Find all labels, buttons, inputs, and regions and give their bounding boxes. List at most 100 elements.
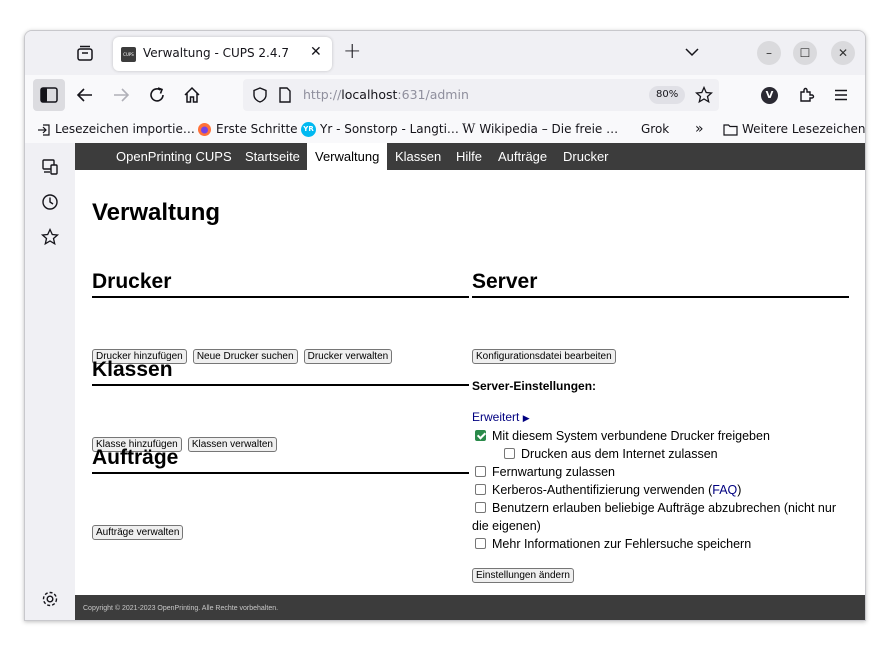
server-heading: Server <box>472 270 849 298</box>
back-arrow-icon[interactable] <box>75 85 95 105</box>
history-clock-icon[interactable] <box>40 192 60 212</box>
settings-gear-icon[interactable] <box>40 589 60 609</box>
navigation-bar: http://localhost:631/admin 80% V <box>25 75 865 115</box>
debug-logging-checkbox[interactable] <box>475 538 486 549</box>
edit-config-button[interactable]: Konfigurationsdatei bearbeiten <box>472 349 616 364</box>
server-config-row: Konfigurationsdatei bearbeiten <box>472 349 617 368</box>
advanced-link-text: Erweitert <box>472 410 520 424</box>
nav-verwaltung[interactable]: Verwaltung <box>307 143 388 170</box>
home-icon[interactable] <box>182 85 202 105</box>
zoom-level-badge[interactable]: 80% <box>649 86 686 104</box>
firefox-icon <box>198 123 211 136</box>
remote-admin-checkbox[interactable] <box>475 466 486 477</box>
profile-avatar[interactable]: V <box>761 87 778 104</box>
faq-close-paren: ) <box>737 483 742 497</box>
hamburger-menu-icon[interactable] <box>831 85 851 105</box>
maximize-icon[interactable]: ☐ <box>793 41 817 65</box>
url-scheme: http:// <box>303 87 342 102</box>
option-kerberos: Kerberos-Authentifizierung verwenden (FA… <box>475 481 741 499</box>
url-path: :631/admin <box>397 87 469 102</box>
internet-printing-checkbox[interactable] <box>504 448 515 459</box>
browser-sidebar <box>25 143 75 620</box>
bookmark-other-folder[interactable]: Weitere Lesezeichen <box>723 121 866 137</box>
nav-klassen[interactable]: Klassen <box>387 143 449 170</box>
bookmark-label: Lesezeichen importie… <box>55 122 195 136</box>
url-bar[interactable]: http://localhost:631/admin 80% <box>243 79 719 111</box>
close-icon[interactable]: ✕ <box>310 44 322 60</box>
option-label: Kerberos-Authentifizierung verwenden ( <box>492 483 713 497</box>
bookmarks-overflow-icon[interactable]: » <box>695 121 704 137</box>
folder-icon <box>723 124 738 136</box>
bookmark-yr[interactable]: YR Yr - Sonstorp - Langti… <box>301 121 459 137</box>
option-debug-logging: Mehr Informationen zur Fehlersuche speic… <box>475 535 751 553</box>
bookmark-label: Weitere Lesezeichen <box>742 122 866 136</box>
option-cancel-any-job: Benutzern erlauben beliebige Aufträge ab… <box>475 499 836 517</box>
browser-window: CUPS Verwaltung - CUPS 2.4.7 ✕ + – ☐ ✕ h… <box>24 30 866 621</box>
option-share-printers: Mit diesem System verbundene Drucker fre… <box>475 427 770 445</box>
option-label: Mit diesem System verbundene Drucker fre… <box>492 429 770 443</box>
bookmark-label: Wikipedia – Die freie … <box>479 122 619 136</box>
synced-tabs-icon[interactable] <box>40 157 60 177</box>
import-icon <box>38 123 50 136</box>
new-tab-plus-icon[interactable]: + <box>343 39 361 65</box>
manage-jobs-button[interactable]: Aufträge verwalten <box>92 525 184 540</box>
bookmark-wikipedia[interactable]: W Wikipedia – Die freie … <box>462 121 618 137</box>
bookmark-import[interactable]: Lesezeichen importie… <box>37 121 195 137</box>
tab-cups-admin[interactable]: CUPS Verwaltung - CUPS 2.4.7 ✕ <box>113 37 332 71</box>
cancel-any-job-checkbox[interactable] <box>475 502 486 513</box>
triangle-right-icon: ▶ <box>522 413 530 423</box>
nav-startseite[interactable]: Startseite <box>237 143 308 170</box>
wikipedia-icon: W <box>462 121 476 137</box>
nav-openprinting-cups[interactable]: OpenPrinting CUPS <box>108 143 240 170</box>
share-printers-checkbox[interactable] <box>475 430 486 441</box>
server-save-row: Einstellungen ändern <box>472 568 575 587</box>
tab-title: Verwaltung - CUPS 2.4.7 <box>143 46 289 60</box>
url-text[interactable]: http://localhost:631/admin <box>303 87 469 102</box>
option-cancel-any-job-wrap: die eigenen) <box>472 519 541 533</box>
web-content: OpenPrinting CUPS Startseite Verwaltung … <box>75 143 865 620</box>
bookmark-label: Yr - Sonstorp - Langti… <box>320 122 459 136</box>
option-internet-printing: Drucken aus dem Internet zulassen <box>504 445 718 463</box>
url-host: localhost <box>341 87 398 102</box>
advanced-link[interactable]: Erweitert ▶ <box>472 410 530 424</box>
sidebar-icon <box>40 87 58 103</box>
server-settings-label: Server-Einstellungen: <box>472 379 597 393</box>
klassen-heading: Klassen <box>92 358 469 386</box>
page-footer: Copyright © 2021-2023 OpenPrinting. Alle… <box>75 595 865 620</box>
sidebar-toggle-button[interactable] <box>33 79 65 111</box>
option-label: Mehr Informationen zur Fehlersuche speic… <box>492 537 752 551</box>
nav-hilfe[interactable]: Hilfe <box>448 143 490 170</box>
drucker-heading: Drucker <box>92 270 469 298</box>
auftraege-heading: Aufträge <box>92 446 469 474</box>
nav-drucker[interactable]: Drucker <box>555 143 617 170</box>
shield-icon[interactable] <box>251 86 269 104</box>
yr-icon: YR <box>301 122 316 137</box>
change-settings-button[interactable]: Einstellungen ändern <box>472 568 574 583</box>
bookmark-label: Grok <box>641 122 670 136</box>
extensions-puzzle-icon[interactable] <box>797 85 817 105</box>
bookmark-erste-schritte[interactable]: Erste Schritte <box>197 121 298 137</box>
tab-list-icon[interactable] <box>75 43 95 63</box>
kerberos-checkbox[interactable] <box>475 484 486 495</box>
bookmark-label: Erste Schritte <box>216 122 298 136</box>
bookmark-grok[interactable]: Grok <box>641 121 669 137</box>
reload-icon[interactable] <box>147 85 167 105</box>
cups-navigation: OpenPrinting CUPS Startseite Verwaltung … <box>75 143 865 170</box>
option-label: Benutzern erlauben beliebige Aufträge ab… <box>492 501 836 515</box>
page-title: Verwaltung <box>92 199 221 226</box>
minimize-icon[interactable]: – <box>757 41 781 65</box>
nav-auftraege[interactable]: Aufträge <box>490 143 555 170</box>
tab-strip: CUPS Verwaltung - CUPS 2.4.7 ✕ + – ☐ ✕ <box>25 31 865 75</box>
faq-link[interactable]: FAQ <box>712 483 737 497</box>
option-label: Fernwartung zulassen <box>492 465 615 479</box>
bookmarks-toolbar: Lesezeichen importie… Erste Schritte YR Y… <box>25 115 865 143</box>
chevron-down-icon[interactable] <box>683 43 701 61</box>
forward-arrow-icon[interactable] <box>111 85 131 105</box>
cups-favicon-icon: CUPS <box>121 47 136 62</box>
page-info-icon[interactable] <box>277 86 293 104</box>
option-remote-admin: Fernwartung zulassen <box>475 463 615 481</box>
option-label: Drucken aus dem Internet zulassen <box>521 447 718 461</box>
star-bookmark-icon[interactable] <box>695 86 713 104</box>
bookmarks-star-icon[interactable] <box>40 227 60 247</box>
window-close-icon[interactable]: ✕ <box>831 41 855 65</box>
